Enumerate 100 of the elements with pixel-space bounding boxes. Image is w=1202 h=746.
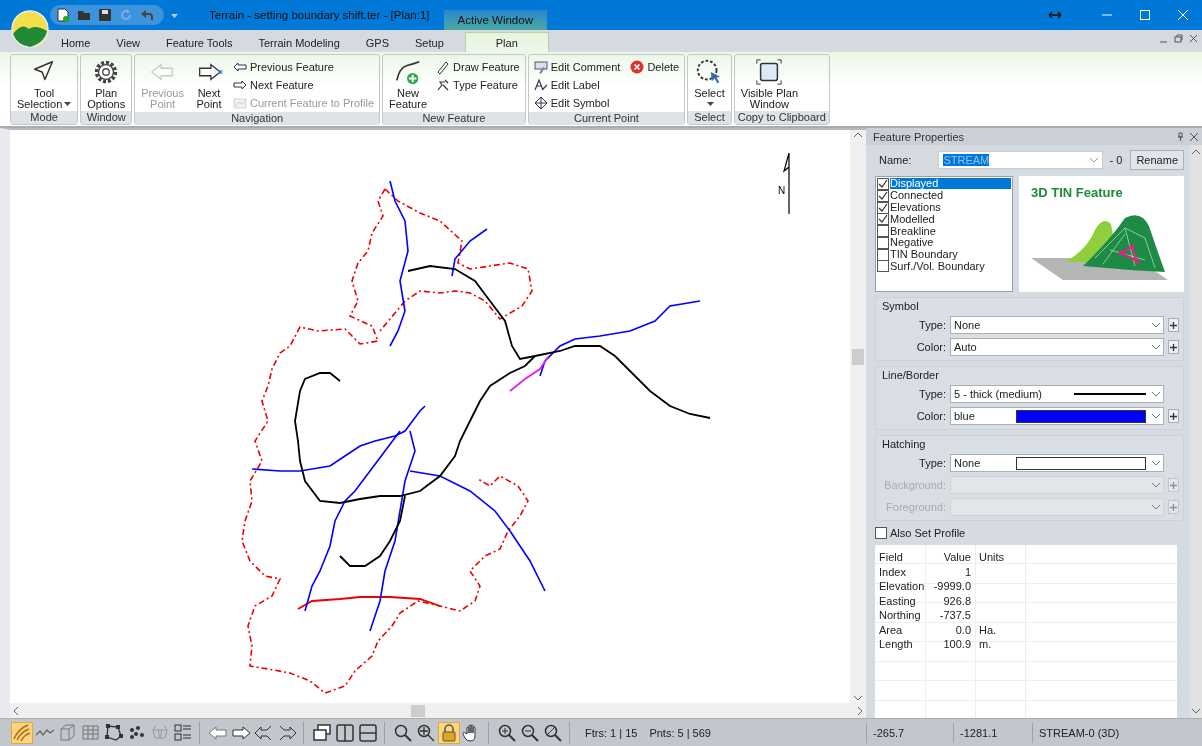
scroll-down-icon[interactable] [854, 696, 862, 701]
scroll-down-icon[interactable] [1192, 709, 1200, 714]
stream-line [451, 228, 488, 277]
label-icon [533, 78, 548, 92]
scroll-up-icon[interactable] [854, 132, 862, 137]
resize-arrow-icon [1048, 10, 1062, 20]
table-cell-text: 0.0 [954, 622, 972, 637]
toolbar-button[interactable] [311, 721, 333, 744]
dropdown-field[interactable]: Auto [950, 338, 1164, 356]
close-icon[interactable] [1189, 33, 1198, 43]
vertical-scrollbar[interactable] [1190, 145, 1202, 718]
ribbon-button[interactable]: Edit Comment [531, 58, 623, 76]
ribbon-button[interactable]: Edit Symbol [531, 94, 623, 112]
flag-item[interactable]: Connected [877, 189, 1011, 202]
rename-button[interactable]: Rename [1130, 150, 1184, 170]
context-tab[interactable]: Active Window [443, 10, 547, 30]
checkbox[interactable] [877, 236, 889, 249]
new-document-icon[interactable] [56, 8, 70, 22]
scroll-up-icon[interactable] [1192, 149, 1200, 154]
flag-item[interactable]: Modelled [877, 213, 1011, 226]
ribbon-button[interactable]: Plan Options [84, 58, 129, 111]
flag-item[interactable]: TIN Boundary [877, 248, 1011, 261]
dropdown-field[interactable] [950, 476, 1164, 494]
scroll-thumb[interactable] [411, 704, 425, 717]
section-title: Line/Border [882, 369, 940, 381]
ribbon-button[interactable]: Next Feature [231, 76, 377, 94]
ribbon-tab[interactable]: Terrain Modeling [245, 32, 353, 52]
dropdown-field[interactable]: blue [950, 407, 1164, 425]
plus-icon [1170, 503, 1177, 511]
ribbon-tab[interactable]: Plan [464, 32, 549, 52]
checkbox[interactable] [877, 177, 889, 190]
toolbar-button[interactable] [357, 721, 379, 744]
close-icon[interactable] [1190, 132, 1198, 141]
zoom-target-icon [416, 722, 436, 743]
ribbon-button[interactable]: Next Point [191, 58, 227, 112]
field-label: Type: [918, 319, 946, 331]
ribbon-tab[interactable]: Setup [402, 32, 457, 52]
ribbon-button[interactable]: Previous Feature [231, 58, 377, 76]
ribbon-button[interactable]: Edit Label [531, 76, 623, 94]
toolbar-button[interactable] [103, 721, 125, 744]
split-vertical-icon [335, 722, 355, 743]
ribbon-button[interactable]: Draw Feature [434, 58, 522, 76]
save-icon[interactable] [98, 8, 112, 22]
flag-item[interactable]: Breakline [877, 225, 1011, 237]
checkbox[interactable] [877, 260, 889, 273]
checkbox[interactable] [877, 189, 889, 202]
group-label: Window [81, 111, 132, 124]
dropdown-field[interactable]: None [950, 454, 1164, 472]
maximize-icon[interactable] [1139, 9, 1151, 21]
dropdown-field[interactable] [950, 498, 1164, 516]
vertical-scrollbar[interactable] [850, 130, 866, 703]
flag-item[interactable]: Surf./Vol. Boundary [877, 260, 1011, 273]
scroll-left-icon[interactable] [13, 706, 18, 715]
toolbar-button[interactable] [334, 721, 356, 744]
ribbon-button[interactable]: Visible Plan Window [737, 58, 802, 111]
dropdown-field[interactable]: 5 - thick (medium) [950, 385, 1164, 403]
list-icon [173, 722, 193, 743]
flag-item[interactable]: Negative [877, 237, 1011, 249]
horizontal-scrollbar[interactable] [10, 703, 866, 718]
table-cell-text: Easting [878, 593, 917, 608]
undo-icon[interactable] [140, 8, 154, 22]
table-cell-text: Area [878, 622, 904, 637]
scroll-thumb[interactable] [852, 348, 864, 365]
pin-icon[interactable] [1177, 132, 1184, 141]
add-button[interactable] [1168, 409, 1179, 423]
polygon-icon [104, 722, 124, 743]
ribbon-button[interactable]: Select [691, 58, 728, 111]
column-header: Units [978, 550, 1006, 565]
name-label: Name: [879, 154, 912, 166]
checkbox[interactable] [877, 213, 889, 226]
ribbon-button[interactable]: Delete [628, 58, 682, 76]
window-title: Terrain - setting boundary shift.ter - [Plan:1] [209, 9, 430, 21]
checkbox[interactable] [875, 527, 887, 539]
ribbon-button[interactable]: New Feature [386, 58, 431, 112]
group-label: Select [688, 111, 731, 124]
add-button[interactable] [1168, 340, 1179, 354]
field-label: Type: [918, 388, 946, 400]
zoom-reset-icon [543, 722, 563, 743]
scroll-right-icon[interactable] [858, 706, 863, 715]
dropdown-caret-icon [1152, 344, 1160, 350]
type-feature-icon [436, 78, 451, 92]
folder-icon[interactable] [77, 8, 91, 22]
add-button[interactable] [1168, 318, 1179, 332]
flag-item[interactable]: Elevations [877, 201, 1011, 214]
checkbox[interactable] [877, 248, 889, 261]
status-cell: -265.7 [866, 722, 953, 743]
ribbon-button[interactable]: Tool Selection [14, 58, 75, 111]
dropdown-field[interactable]: None [950, 316, 1164, 334]
ribbon-tab[interactable]: Home [48, 32, 104, 52]
ribbon-button[interactable]: Type Feature [434, 76, 522, 94]
table-cell-text: Elevation [878, 579, 925, 594]
forward-arrow-icon [233, 78, 247, 92]
ribbon-tab[interactable]: View [103, 32, 153, 52]
checkbox[interactable] [877, 225, 889, 238]
north-label: N [778, 185, 786, 196]
ribbon-tab[interactable]: GPS [352, 32, 402, 52]
restore-icon[interactable] [1174, 33, 1183, 43]
back-arrow-icon [233, 60, 247, 74]
checkbox[interactable] [877, 201, 889, 214]
ribbon-tab[interactable]: Feature Tools [153, 32, 246, 52]
